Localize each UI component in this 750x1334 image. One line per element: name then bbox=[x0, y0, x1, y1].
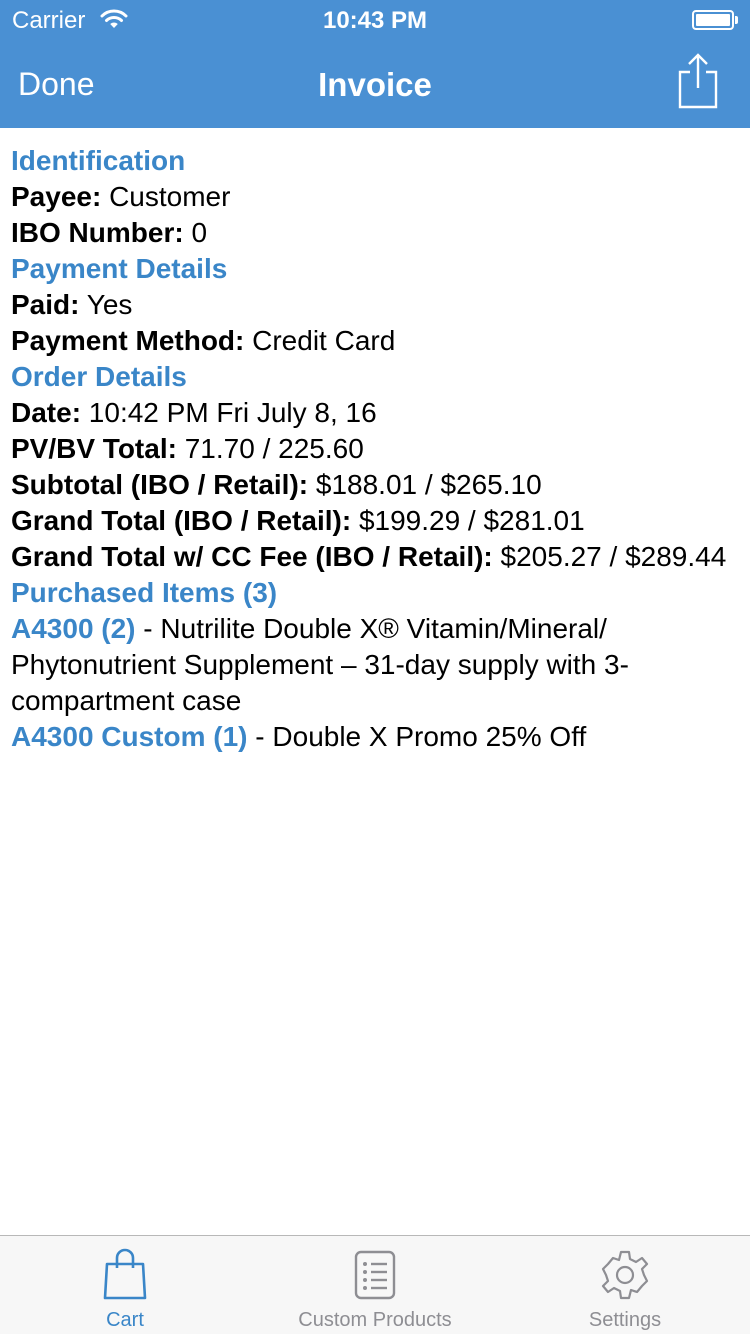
share-icon[interactable] bbox=[676, 52, 720, 110]
pvbv-total-label: PV/BV Total: bbox=[11, 433, 177, 464]
grand-total-label: Grand Total (IBO / Retail): bbox=[11, 505, 352, 536]
tab-settings-label: Settings bbox=[588, 1309, 662, 1331]
payment-method-label: Payment Method: bbox=[11, 325, 245, 356]
ibo-number-label: IBO Number: bbox=[11, 217, 184, 248]
tab-cart[interactable]: Cart bbox=[0, 1236, 250, 1334]
grand-total-row: Grand Total (IBO / Retail): $199.29 / $2… bbox=[11, 503, 736, 539]
tab-bar: Cart Custom Products Settings bbox=[0, 1235, 750, 1334]
paid-value: Yes bbox=[86, 289, 133, 320]
status-bar: Carrier 10:43 PM bbox=[0, 0, 750, 40]
ibo-number-value: 0 bbox=[191, 217, 208, 248]
date-row: Date: 10:42 PM Fri July 8, 16 bbox=[11, 395, 736, 431]
status-time: 10:43 PM bbox=[322, 7, 428, 34]
payment-method-row: Payment Method: Credit Card bbox=[11, 323, 736, 359]
subtotal-row: Subtotal (IBO / Retail): $188.01 / $265.… bbox=[11, 467, 736, 503]
tab-settings[interactable]: Settings bbox=[500, 1236, 750, 1334]
section-payment-details: Payment Details bbox=[11, 253, 228, 284]
section-identification: Identification bbox=[11, 145, 186, 176]
payment-method-value: Credit Card bbox=[252, 325, 396, 356]
gear-icon bbox=[601, 1250, 649, 1300]
subtotal-label: Subtotal (IBO / Retail): bbox=[11, 469, 309, 500]
subtotal-value: $188.01 / $265.10 bbox=[315, 469, 542, 500]
grand-total-cc-label: Grand Total w/ CC Fee (IBO / Retail): bbox=[11, 541, 493, 572]
bag-icon bbox=[103, 1248, 147, 1300]
payee-value: Customer bbox=[109, 181, 231, 212]
invoice-content: Identification Payee: Customer IBO Numbe… bbox=[11, 143, 736, 755]
paid-label: Paid: bbox=[11, 289, 80, 320]
date-value: 10:42 PM Fri July 8, 16 bbox=[88, 397, 377, 428]
paid-row: Paid: Yes bbox=[11, 287, 736, 323]
item-description: - Double X Promo 25% Off bbox=[247, 721, 587, 752]
pvbv-total-row: PV/BV Total: 71.70 / 225.60 bbox=[11, 431, 736, 467]
payee-label: Payee: bbox=[11, 181, 102, 212]
list-icon bbox=[354, 1250, 396, 1300]
grand-total-cc-row: Grand Total w/ CC Fee (IBO / Retail): $2… bbox=[11, 539, 736, 575]
list-item: A4300 Custom (1) - Double X Promo 25% Of… bbox=[11, 719, 736, 755]
tab-cart-label: Cart bbox=[106, 1309, 144, 1331]
tab-custom-products[interactable]: Custom Products bbox=[250, 1236, 500, 1334]
section-purchased-items: Purchased Items (3) bbox=[11, 577, 278, 608]
battery-icon bbox=[692, 10, 738, 30]
tab-custom-products-label: Custom Products bbox=[298, 1309, 452, 1331]
payee-row: Payee: Customer bbox=[11, 179, 736, 215]
list-item: A4300 (2) - Nutrilite Double X® Vitamin/… bbox=[11, 611, 736, 719]
grand-total-cc-value: $205.27 / $289.44 bbox=[500, 541, 727, 572]
pvbv-total-value: 71.70 / 225.60 bbox=[184, 433, 364, 464]
item-code-link[interactable]: A4300 (2) bbox=[11, 613, 136, 644]
date-label: Date: bbox=[11, 397, 82, 428]
page-title: Invoice bbox=[318, 66, 432, 103]
grand-total-value: $199.29 / $281.01 bbox=[358, 505, 585, 536]
ibo-number-row: IBO Number: 0 bbox=[11, 215, 736, 251]
item-code-link[interactable]: A4300 Custom (1) bbox=[11, 721, 248, 752]
section-order-details: Order Details bbox=[11, 361, 187, 392]
navigation-bar: Done Invoice bbox=[0, 40, 750, 128]
top-header: Carrier 10:43 PM Done Invoice bbox=[0, 0, 750, 128]
